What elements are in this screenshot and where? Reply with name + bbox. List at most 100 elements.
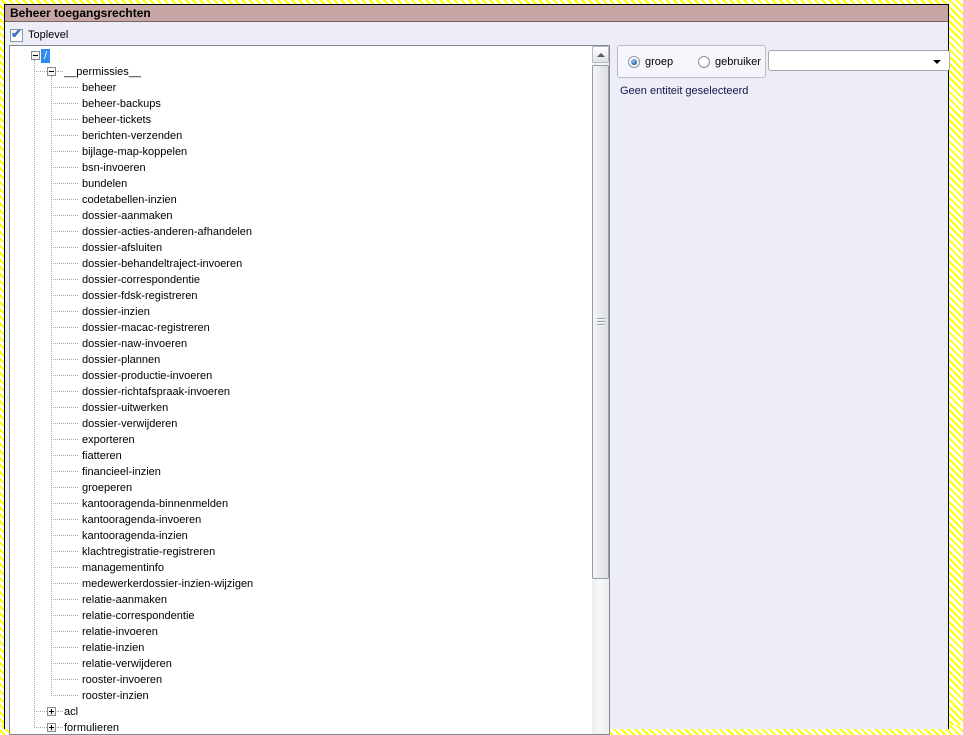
tree-item[interactable]: dossier-uitwerken: [10, 400, 592, 416]
tree-connector-stub: [57, 711, 63, 712]
tree-item-label: relatie-invoeren: [82, 625, 158, 639]
tree-item[interactable]: beheer-tickets: [10, 112, 592, 128]
tree-connector-stub: [51, 487, 78, 488]
radio-button-icon[interactable]: [628, 56, 640, 68]
tree-item-label: bijlage-map-koppelen: [82, 145, 187, 159]
tree-connector-stub: [51, 295, 78, 296]
tree-connector-stub: [51, 263, 78, 264]
tree-connector-stub: [51, 455, 78, 456]
tree-item[interactable]: acl: [10, 704, 592, 720]
tree-item-label: groeperen: [82, 481, 132, 495]
tree-item-label: beheer-tickets: [82, 113, 151, 127]
tree-item[interactable]: dossier-productie-invoeren: [10, 368, 592, 384]
tree-item-label: dossier-behandeltraject-invoeren: [82, 257, 242, 271]
tree-item[interactable]: relatie-invoeren: [10, 624, 592, 640]
tree-item[interactable]: groeperen: [10, 480, 592, 496]
scrollbar-up-button[interactable]: [592, 46, 609, 63]
tree-item[interactable]: formulieren: [10, 720, 592, 734]
tree-item[interactable]: managementinfo: [10, 560, 592, 576]
expand-icon[interactable]: [47, 723, 56, 732]
tree-item[interactable]: dossier-fdsk-registreren: [10, 288, 592, 304]
tree-item[interactable]: financieel-inzien: [10, 464, 592, 480]
entity-combobox[interactable]: [768, 50, 950, 71]
tree-connector-stub: [51, 471, 78, 472]
tree-connector-stub: [51, 103, 78, 104]
tree-connector-stub: [51, 359, 78, 360]
tree-item[interactable]: dossier-richtafspraak-invoeren: [10, 384, 592, 400]
tree-item-label: dossier-fdsk-registreren: [82, 289, 198, 303]
tree-item-label: relatie-verwijderen: [82, 657, 172, 671]
tree-item-label: dossier-aanmaken: [82, 209, 173, 223]
tree-connector-stub: [51, 519, 78, 520]
toplevel-checkbox-label: Toplevel: [28, 29, 68, 41]
tree-vertical-scrollbar[interactable]: [592, 46, 609, 734]
tree-connector-stub: [51, 135, 78, 136]
tree-item[interactable]: dossier-acties-anderen-afhandelen: [10, 224, 592, 240]
tree-item-label: dossier-acties-anderen-afhandelen: [82, 225, 252, 239]
collapse-icon[interactable]: [31, 51, 40, 60]
tree-item[interactable]: dossier-behandeltraject-invoeren: [10, 256, 592, 272]
tree-connector-stub: [51, 695, 78, 696]
collapse-icon[interactable]: [47, 67, 56, 76]
toplevel-checkbox-row[interactable]: ✔ Toplevel: [10, 28, 68, 42]
tree-item[interactable]: bijlage-map-koppelen: [10, 144, 592, 160]
tree-item[interactable]: bundelen: [10, 176, 592, 192]
tree-item[interactable]: __permissies__: [10, 64, 592, 80]
tree-connector-stub: [51, 119, 78, 120]
tree-item[interactable]: /: [10, 48, 592, 64]
tree-item-label: dossier-afsluiten: [82, 241, 162, 255]
radio-gebruiker[interactable]: gebruiker: [698, 56, 761, 68]
tree-connector-stub: [51, 407, 78, 408]
tree-item[interactable]: rooster-inzien: [10, 688, 592, 704]
tree-item[interactable]: dossier-plannen: [10, 352, 592, 368]
tree-item[interactable]: codetabellen-inzien: [10, 192, 592, 208]
tree-item[interactable]: fiatteren: [10, 448, 592, 464]
tree-item-label: rooster-inzien: [82, 689, 149, 703]
tree-connector-stub: [51, 535, 78, 536]
tree-item[interactable]: dossier-verwijderen: [10, 416, 592, 432]
radio-groep-label: groep: [645, 56, 673, 68]
tree-connector-stub: [51, 87, 78, 88]
tree-item-label: dossier-inzien: [82, 305, 150, 319]
tree-item[interactable]: medewerkerdossier-inzien-wijzigen: [10, 576, 592, 592]
tree-item[interactable]: kantooragenda-invoeren: [10, 512, 592, 528]
tree-item[interactable]: relatie-verwijderen: [10, 656, 592, 672]
status-text: Geen entiteit geselecteerd: [620, 85, 748, 97]
tree-item[interactable]: exporteren: [10, 432, 592, 448]
toplevel-checkbox[interactable]: ✔: [10, 29, 23, 42]
tree-item[interactable]: relatie-aanmaken: [10, 592, 592, 608]
tree-item[interactable]: relatie-correspondentie: [10, 608, 592, 624]
tree-item[interactable]: dossier-afsluiten: [10, 240, 592, 256]
checkmark-icon: ✔: [11, 26, 22, 42]
radio-button-icon[interactable]: [698, 56, 710, 68]
tree-item[interactable]: relatie-inzien: [10, 640, 592, 656]
tree-item[interactable]: dossier-aanmaken: [10, 208, 592, 224]
permissions-tree-panel: /__permissies__beheerbeheer-backupsbehee…: [9, 45, 610, 735]
tree-item-label: __permissies__: [64, 65, 141, 79]
tree-item[interactable]: klachtregistratie-registreren: [10, 544, 592, 560]
tree-item-label: bundelen: [82, 177, 127, 191]
tree-item-label: berichten-verzenden: [82, 129, 182, 143]
tree-item[interactable]: dossier-macac-registreren: [10, 320, 592, 336]
scrollbar-grip-icon: [597, 318, 605, 326]
expand-icon[interactable]: [47, 707, 56, 716]
tree-connector-stub: [51, 247, 78, 248]
tree-item-label: exporteren: [82, 433, 135, 447]
tree-item[interactable]: beheer-backups: [10, 96, 592, 112]
scrollbar-thumb[interactable]: [592, 65, 609, 579]
tree-item-label: relatie-correspondentie: [82, 609, 195, 623]
tree-item[interactable]: beheer: [10, 80, 592, 96]
tree-item[interactable]: dossier-inzien: [10, 304, 592, 320]
tree-item-label: kantooragenda-invoeren: [82, 513, 201, 527]
tree-item[interactable]: kantooragenda-binnenmelden: [10, 496, 592, 512]
radio-groep[interactable]: groep: [628, 56, 673, 68]
tree-item[interactable]: dossier-correspondentie: [10, 272, 592, 288]
tree-item[interactable]: kantooragenda-inzien: [10, 528, 592, 544]
tree-item-label: medewerkerdossier-inzien-wijzigen: [82, 577, 253, 591]
tree-item[interactable]: dossier-naw-invoeren: [10, 336, 592, 352]
tree-connector-stub: [34, 727, 47, 728]
tree-item[interactable]: bsn-invoeren: [10, 160, 592, 176]
tree-item-label: dossier-plannen: [82, 353, 160, 367]
tree-item[interactable]: rooster-invoeren: [10, 672, 592, 688]
tree-item[interactable]: berichten-verzenden: [10, 128, 592, 144]
